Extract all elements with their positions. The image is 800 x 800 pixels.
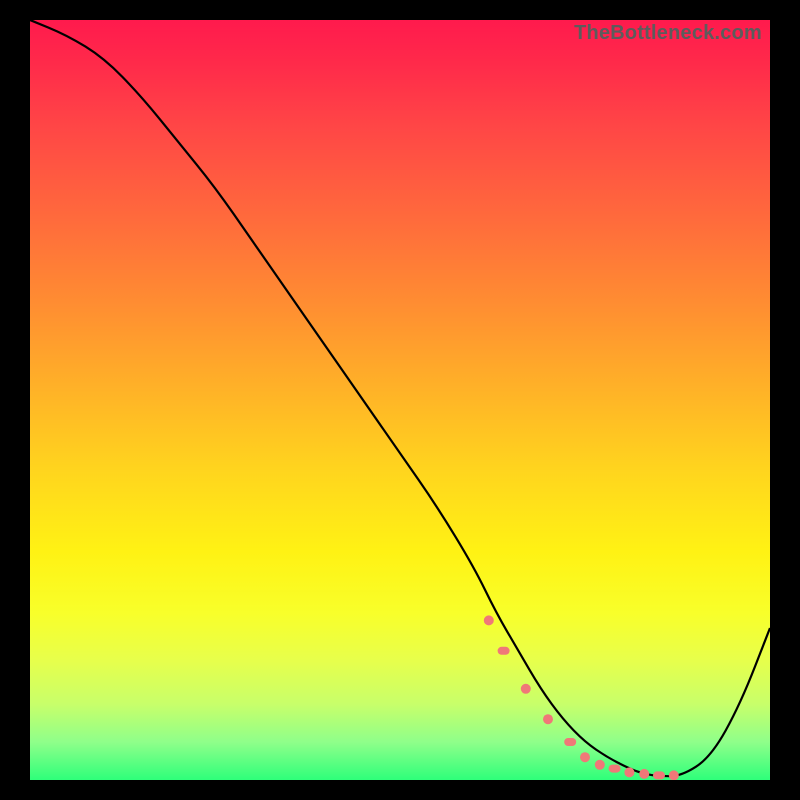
marker-dot: [543, 714, 553, 724]
bottleneck-curve: [30, 20, 770, 780]
marker-dot: [639, 769, 649, 779]
marker-dot: [624, 767, 634, 777]
marker-dash: [609, 765, 621, 773]
marker-dash: [653, 771, 665, 779]
marker-dot: [669, 770, 679, 780]
marker-dot: [595, 760, 605, 770]
marker-dash: [498, 647, 510, 655]
marker-dot: [484, 615, 494, 625]
chart-container: TheBottleneck.com: [0, 0, 800, 800]
curve-line: [30, 20, 770, 776]
marker-dot: [521, 684, 531, 694]
marker-dash: [564, 738, 576, 746]
plot-area: TheBottleneck.com: [30, 20, 770, 780]
marker-dot: [580, 752, 590, 762]
